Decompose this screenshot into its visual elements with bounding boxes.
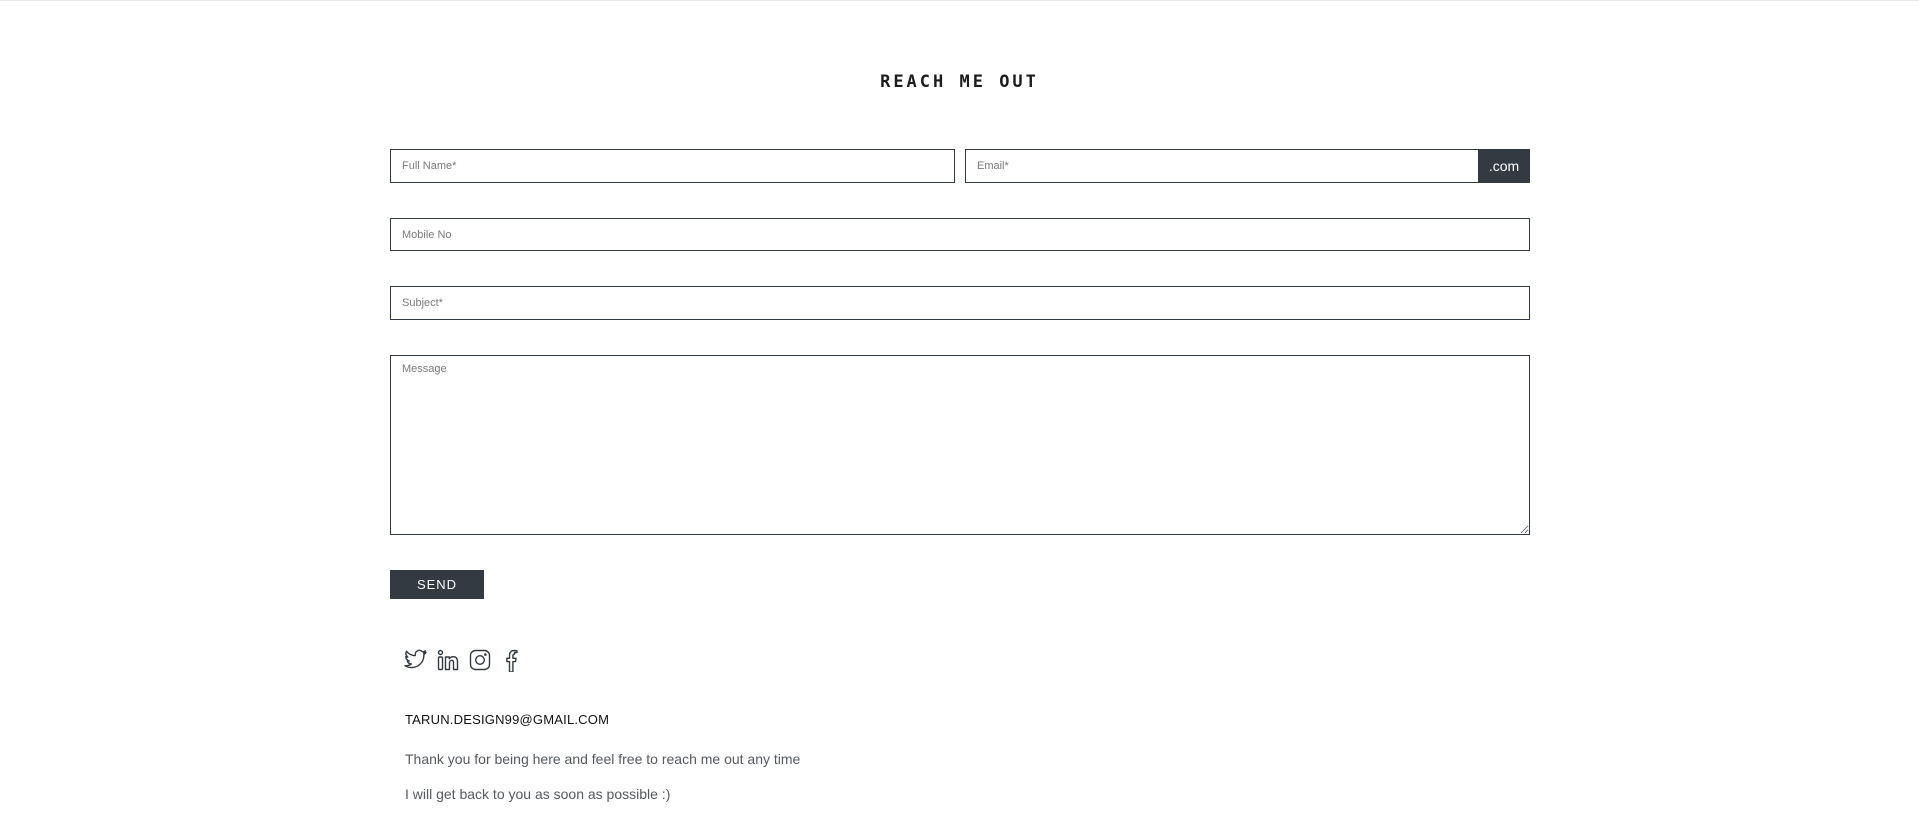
instagram-icon — [469, 649, 491, 671]
facebook-link[interactable] — [500, 648, 524, 673]
email-domain-suffix: .com — [1478, 149, 1530, 183]
page-title: REACH ME OUT — [880, 72, 1039, 92]
instagram-link[interactable] — [468, 648, 492, 672]
facebook-icon — [506, 649, 518, 673]
twitter-link[interactable] — [404, 648, 428, 672]
twitter-icon — [404, 649, 427, 669]
response-note: I will get back to you as soon as possib… — [405, 786, 671, 802]
email-input[interactable] — [965, 149, 1479, 183]
social-links — [404, 648, 524, 673]
thank-you-note: Thank you for being here and feel free t… — [405, 751, 801, 767]
subject-input[interactable] — [390, 286, 1530, 320]
linkedin-icon — [437, 649, 459, 671]
contact-email: TARUN.DESIGN99@GMAIL.COM — [405, 712, 610, 727]
send-button[interactable]: SEND — [390, 570, 484, 599]
top-divider — [0, 0, 1919, 1]
message-textarea[interactable] — [390, 355, 1530, 535]
linkedin-link[interactable] — [436, 648, 460, 672]
full-name-input[interactable] — [390, 149, 955, 183]
mobile-number-input[interactable] — [390, 218, 1530, 251]
